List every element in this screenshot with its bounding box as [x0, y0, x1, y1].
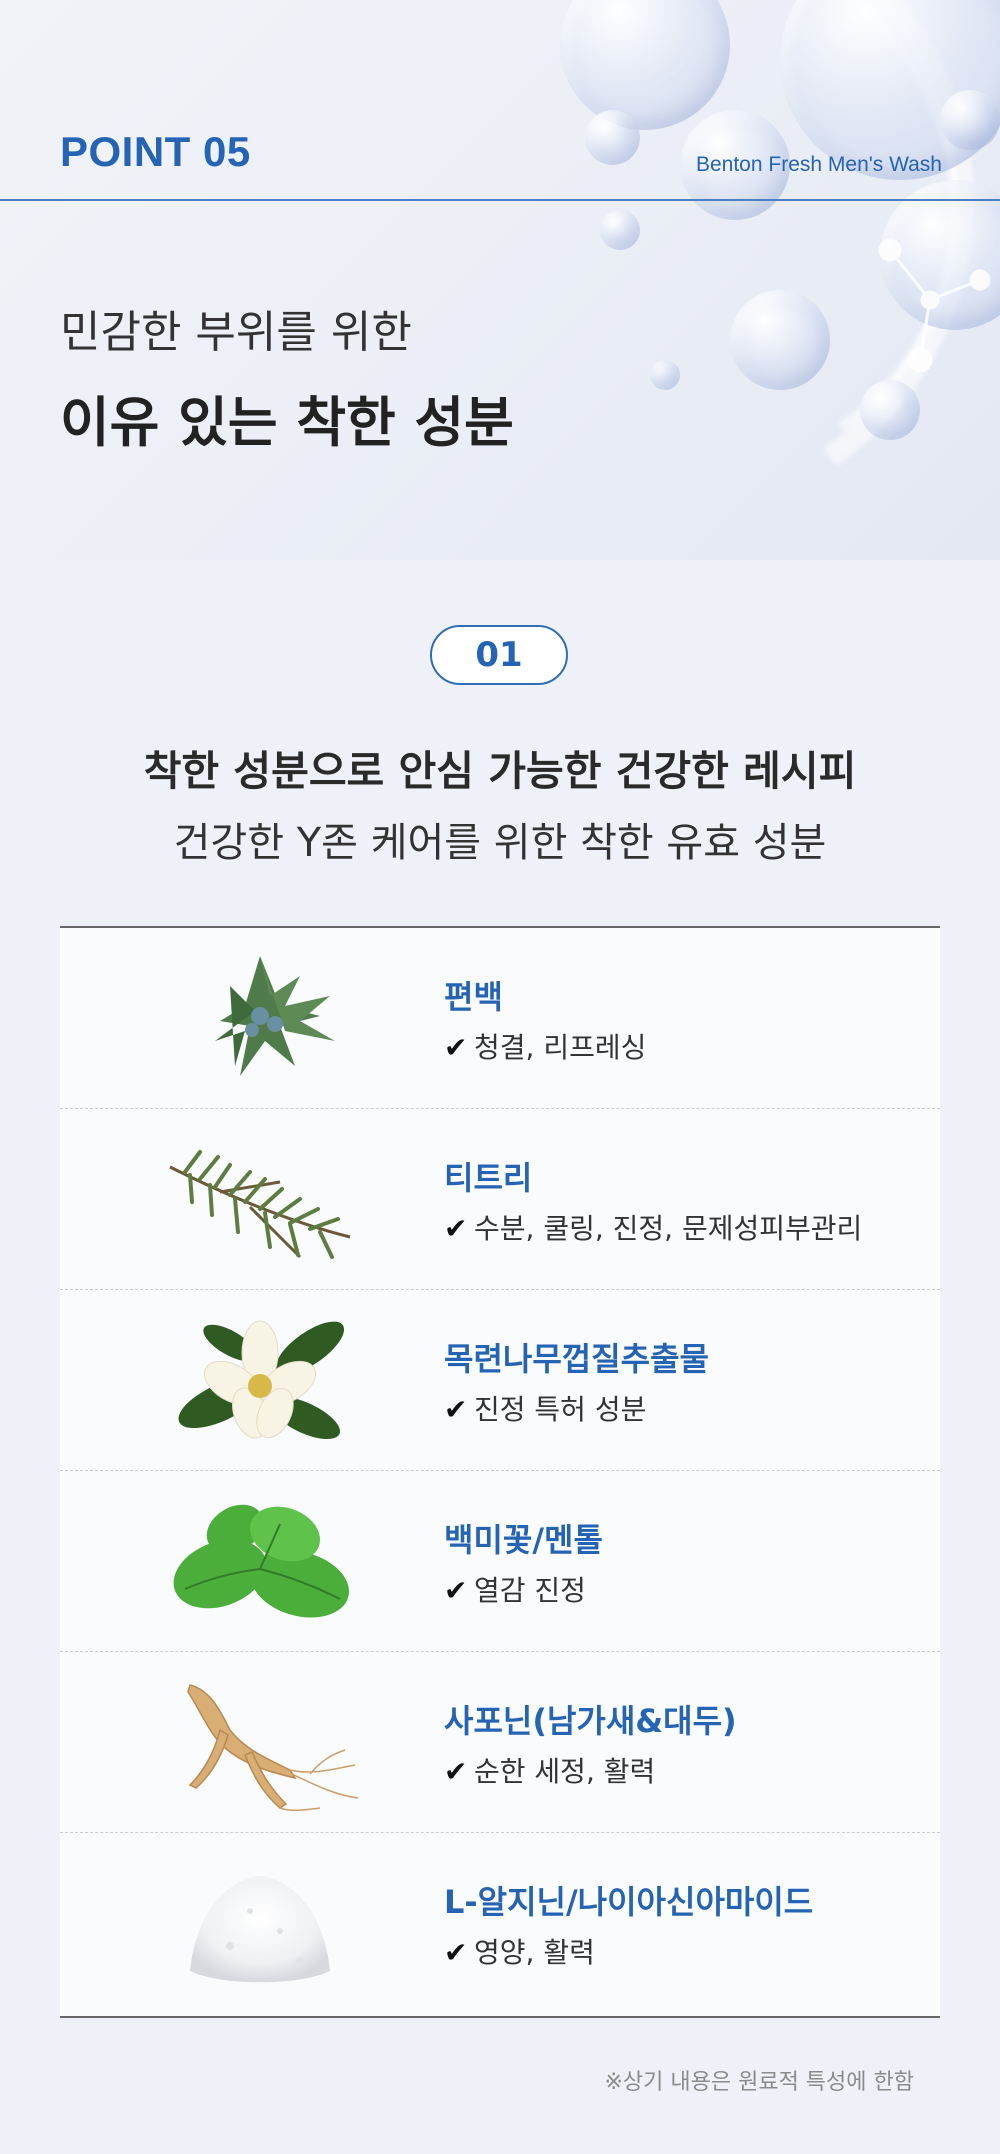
check-icon: ✔: [444, 1936, 468, 1969]
ingredient-desc: ✔ 수분, 쿨링, 진정, 문제성피부관리: [444, 1207, 862, 1247]
brand-name: Benton Fresh Men's Wash: [695, 153, 942, 176]
bubble-decoration: [600, 210, 640, 250]
bubble-decoration: [585, 110, 640, 165]
ingredient-desc-text: 순한 세정, 활력: [474, 1755, 656, 1788]
ingredient-name: 사포닌(남가새&대두): [444, 1702, 737, 1740]
ingredient-desc: ✔ 영양, 활력: [444, 1931, 595, 1971]
ingredient-row: 티트리 ✔ 수분, 쿨링, 진정, 문제성피부관리: [60, 1109, 940, 1290]
check-icon: ✔: [444, 1212, 468, 1245]
section-title: 착한 성분으로 안심 가능한 건강한 레시피: [143, 747, 857, 795]
ingredient-row: L-알지닌/나이아신아마이드 ✔ 영양, 활력: [60, 1833, 940, 2016]
hero-subtitle: 민감한 부위를 위한: [60, 307, 412, 358]
header-divider: [0, 199, 1000, 201]
bubble-decoration: [730, 290, 830, 390]
ingredient-desc-text: 청결, 리프레싱: [474, 1031, 647, 1064]
section-number-badge: 01: [430, 625, 568, 685]
ingredient-desc-text: 수분, 쿨링, 진정, 문제성피부관리: [474, 1212, 863, 1245]
ingredient-row: 백미꽃/멘톨 ✔ 열감 진정: [60, 1471, 940, 1652]
point-label: POINT 05: [60, 128, 251, 175]
ingredient-name: 백미꽃/멘톨: [444, 1521, 603, 1559]
mint-leaf-icon: [173, 1504, 350, 1618]
hero-banner: [0, 0, 1000, 560]
bubble-decoration: [650, 360, 680, 390]
ingredient-row: 목련나무껍질추출물 ✔ 진정 특허 성분: [60, 1290, 940, 1471]
ingredient-name: 목련나무껍질추출물: [444, 1340, 709, 1378]
ingredient-row: 사포닌(남가새&대두) ✔ 순한 세정, 활력: [60, 1652, 940, 1833]
ingredient-desc-text: 열감 진정: [474, 1574, 586, 1607]
ingredient-desc-text: 영양, 활력: [474, 1936, 595, 1969]
ingredient-desc: ✔ 진정 특허 성분: [444, 1388, 646, 1428]
ingredient-name: 편백: [444, 978, 503, 1016]
cypress-leaf-icon: [215, 956, 335, 1076]
ingredient-desc: ✔ 열감 진정: [444, 1569, 586, 1609]
white-powder-icon: [190, 1876, 330, 1983]
check-icon: ✔: [444, 1755, 468, 1788]
check-icon: ✔: [444, 1393, 468, 1426]
ingredient-desc-text: 진정 특허 성분: [474, 1393, 647, 1426]
ingredient-row: 편백 ✔ 청결, 리프레싱: [60, 928, 940, 1109]
bubble-decoration: [860, 380, 920, 440]
magnolia-flower-icon: [178, 1320, 345, 1440]
hero-title: 이유 있는 착한 성분: [60, 391, 514, 454]
ingredient-desc: ✔ 청결, 리프레싱: [444, 1026, 646, 1066]
ginseng-root-icon: [187, 1684, 359, 1812]
molecule-icon: [878, 238, 991, 373]
section-subtitle: 건강한 Y존 케어를 위한 착한 유효 성분: [173, 820, 827, 866]
tea-tree-icon: [169, 1150, 351, 1259]
ingredient-name: 티트리: [444, 1159, 533, 1197]
bubble-decoration: [940, 90, 1000, 150]
check-icon: ✔: [444, 1031, 468, 1064]
ingredient-desc: ✔ 순한 세정, 활력: [444, 1750, 655, 1790]
ingredient-table: 편백 ✔청결, 리프레싱 티트리 ✔수분, 쿨링, 진정, 문제성피부관리: [60, 926, 940, 2018]
check-icon: ✔: [444, 1574, 468, 1607]
footnote: ※상기 내용은 원료적 특성에 한함: [604, 2070, 914, 2095]
ingredient-name: L-알지닌/나이아신아마이드: [444, 1883, 814, 1921]
